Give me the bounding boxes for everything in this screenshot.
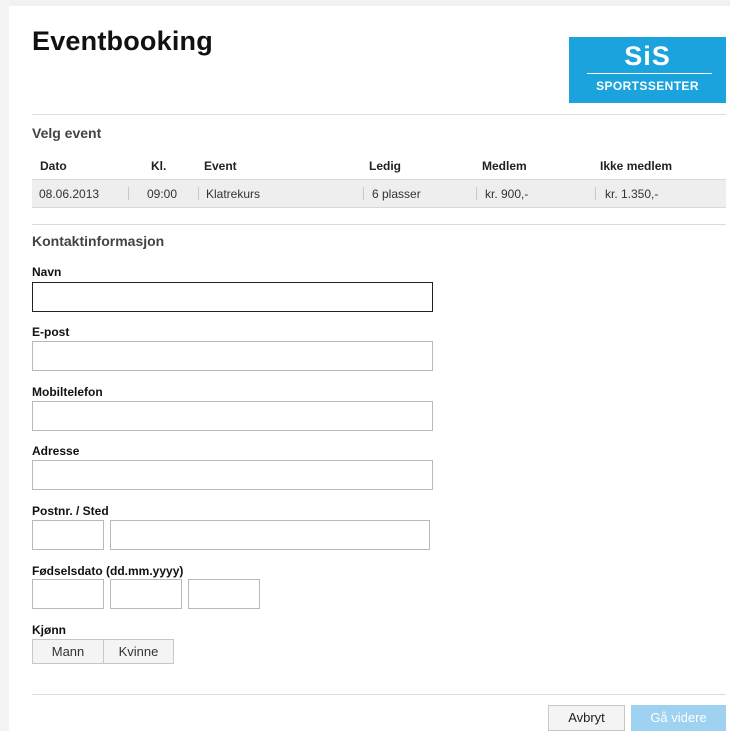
column-header-available: Ledig <box>369 159 401 173</box>
sis-logo: SiS SPORTSSENTER <box>569 37 726 103</box>
mobile-input[interactable] <box>32 401 433 431</box>
gender-option-mann[interactable]: Mann <box>32 639 104 664</box>
birthdate-label: Fødselsdato (dd.mm.yyyy) <box>32 564 184 578</box>
event-name: Klatrekurs <box>206 187 261 201</box>
event-time: 09:00 <box>147 187 178 201</box>
postal-code-input[interactable] <box>32 520 104 550</box>
postal-label: Postnr. / Sted <box>32 504 109 518</box>
email-label: E-post <box>32 325 70 339</box>
birth-month-input[interactable] <box>110 579 182 609</box>
page-title: Eventbooking <box>32 26 213 56</box>
event-date: 08.06.2013 <box>39 187 100 201</box>
left-shade <box>0 0 9 731</box>
postal-place-input[interactable] <box>110 520 430 550</box>
birth-year-input[interactable] <box>188 579 260 609</box>
column-header-event: Event <box>204 159 237 173</box>
cell-separator <box>128 187 129 200</box>
cell-separator <box>198 187 199 200</box>
cell-separator <box>595 187 596 200</box>
name-input[interactable] <box>32 282 433 312</box>
column-header-non-member: Ikke medlem <box>600 159 673 173</box>
cell-separator <box>476 187 477 200</box>
event-row[interactable]: 08.06.2013 09:00 Klatrekurs 6 plasser kr… <box>32 179 726 208</box>
cancel-button[interactable]: Avbryt <box>548 705 625 731</box>
gender-label: Kjønn <box>32 623 66 637</box>
logo-divider <box>587 73 712 74</box>
event-non-member-price: kr. 1.350,- <box>605 187 659 201</box>
logo-main-text: SiS <box>624 41 671 71</box>
cell-separator <box>363 187 364 200</box>
section-divider <box>32 224 726 225</box>
column-header-time: Kl. <box>151 159 167 173</box>
footer-divider <box>32 694 726 695</box>
column-header-member: Medlem <box>482 159 527 173</box>
contact-section-title: Kontaktinformasjon <box>32 233 165 249</box>
top-border <box>0 0 730 6</box>
name-label: Navn <box>32 265 62 279</box>
birth-day-input[interactable] <box>32 579 104 609</box>
address-input[interactable] <box>32 460 433 490</box>
gender-option-kvinne[interactable]: Kvinne <box>103 639 174 664</box>
email-input[interactable] <box>32 341 433 371</box>
event-section-title: Velg event <box>32 125 102 141</box>
header-divider <box>32 114 726 115</box>
event-member-price: kr. 900,- <box>485 187 529 201</box>
address-label: Adresse <box>32 444 80 458</box>
event-available: 6 plasser <box>372 187 421 201</box>
next-button[interactable]: Gå videre <box>631 705 726 731</box>
mobile-label: Mobiltelefon <box>32 385 103 399</box>
column-header-date: Dato <box>40 159 67 173</box>
booking-page: Eventbooking SiS SPORTSSENTER Velg event… <box>0 0 734 731</box>
logo-sub-text: SPORTSSENTER <box>596 79 699 93</box>
